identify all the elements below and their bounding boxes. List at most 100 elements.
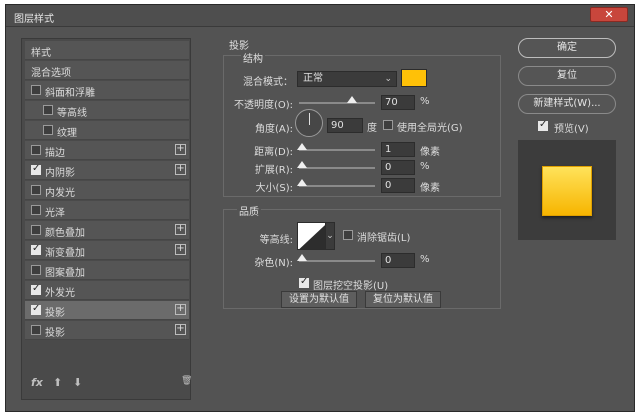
style-label: 渐变叠加 [45,248,85,259]
style-label: 等高线 [57,108,87,119]
distance-unit: 像素 [420,147,440,158]
anti-alias-checkbox[interactable] [343,230,353,240]
size-input[interactable]: 0 [381,178,415,193]
style-checkbox[interactable] [31,243,41,255]
style-checkbox[interactable] [31,163,41,175]
spread-unit: % [420,161,430,172]
move-up-icon[interactable]: ⬆ [53,376,62,389]
spread-slider-thumb[interactable] [297,161,307,168]
style-item[interactable]: 斜面和浮雕 [25,81,189,100]
style-checkbox[interactable] [43,105,53,115]
style-checkbox[interactable] [31,205,41,215]
distance-label: 距离(D): [254,147,293,158]
anti-alias-label: 消除锯齿(L) [357,233,411,244]
angle-dial[interactable] [295,109,323,137]
spread-slider[interactable] [297,161,375,169]
noise-slider[interactable] [297,254,375,262]
style-item[interactable]: 内发光 [25,181,189,200]
style-preview [518,140,616,240]
style-item[interactable]: 渐变叠加 + [25,241,189,260]
drop-shadow-panel: 投影 结构 混合模式： 正常 ⌄ 不透明度(O): 70 % 角度(A): 90… [215,38,507,400]
opacity-slider[interactable] [299,96,375,104]
add-effect-plus-icon[interactable]: + [175,224,186,235]
chevron-down-icon: ⌄ [384,74,392,84]
add-effect-plus-icon[interactable]: + [175,244,186,255]
add-effect-plus-icon[interactable]: + [175,324,186,335]
style-list-header[interactable]: 样式 [25,41,189,60]
add-effect-plus-icon[interactable]: + [175,164,186,175]
style-checkbox[interactable] [31,325,41,335]
size-unit: 像素 [420,183,440,194]
window-title: 图层样式 [14,14,54,25]
blend-mode-select[interactable]: 正常 ⌄ [297,71,397,87]
reset-button[interactable]: 复位 [518,66,616,86]
quality-title: 品质 [237,203,261,218]
trash-icon[interactable]: 🗑 [181,376,192,386]
style-item[interactable]: 图案叠加 [25,261,189,280]
style-label: 光泽 [45,208,65,219]
spread-label: 扩展(R): [254,165,293,176]
style-item[interactable]: 投影 + [25,301,189,320]
style-item[interactable]: 外发光 [25,281,189,300]
opacity-unit: % [420,96,430,107]
style-checkbox[interactable] [31,185,41,195]
style-checkbox[interactable] [31,265,41,275]
style-label: 样式 [31,48,51,59]
style-label: 外发光 [45,288,75,299]
style-item[interactable]: 光泽 [25,201,189,220]
style-label: 纹理 [57,128,77,139]
close-button[interactable]: ✕ [590,7,628,22]
blend-options-item[interactable]: 混合选项 [25,61,189,80]
style-label: 斜面和浮雕 [45,88,95,99]
shadow-color-swatch[interactable] [401,69,427,87]
move-down-icon[interactable]: ⬇ [73,376,82,389]
distance-slider[interactable] [297,143,375,151]
style-item[interactable]: 描边 + [25,141,189,160]
contour-picker[interactable] [297,222,327,250]
style-label: 颜色叠加 [45,228,85,239]
style-checkbox[interactable] [31,85,41,95]
size-slider[interactable] [297,179,375,187]
global-light-checkbox[interactable] [383,120,393,130]
noise-input[interactable]: 0 [381,253,415,268]
style-item[interactable]: 纹理 [25,121,189,140]
style-item[interactable]: 等高线 [25,101,189,120]
distance-input[interactable]: 1 [381,142,415,157]
blend-mode-value: 正常 [303,73,323,84]
contour-label: 等高线: [259,235,293,246]
layer-knockout-checkbox[interactable] [299,276,309,288]
opacity-slider-thumb[interactable] [347,96,357,103]
contour-dropdown-arrow[interactable]: ⌄ [325,222,335,250]
style-checkbox[interactable] [31,225,41,235]
style-item[interactable]: 投影 + [25,321,189,340]
style-checkbox[interactable] [43,125,53,135]
layer-knockout-label: 图层挖空投影(U) [313,281,389,292]
spread-input[interactable]: 0 [381,160,415,175]
noise-label: 杂色(N): [254,258,293,269]
add-effect-plus-icon[interactable]: + [175,144,186,155]
style-item[interactable]: 内阴影 + [25,161,189,180]
make-default-button[interactable]: 设置为默认值 [281,291,357,308]
size-slider-thumb[interactable] [297,179,307,186]
distance-slider-thumb[interactable] [297,143,307,150]
opacity-label: 不透明度(O): [233,100,293,111]
noise-slider-thumb[interactable] [297,254,307,261]
new-style-button[interactable]: 新建样式(W)... [518,94,616,114]
angle-unit: 度 [367,123,377,134]
reset-default-button[interactable]: 复位为默认值 [365,291,441,308]
angle-input[interactable]: 90 [327,118,363,133]
style-checkbox[interactable] [31,283,41,295]
style-label: 投影 [45,328,65,339]
style-item[interactable]: 颜色叠加 + [25,221,189,240]
add-effect-plus-icon[interactable]: + [175,304,186,315]
ok-button[interactable]: 确定 [518,38,616,58]
size-label: 大小(S): [255,183,293,194]
fx-icon[interactable]: fx [31,376,43,389]
global-light-label: 使用全局光(G) [397,123,463,134]
style-list: 样式混合选项斜面和浮雕等高线纹理描边 + 内阴影 + 内发光光泽颜色叠加 + 渐变叠加 + 图案… [21,38,191,400]
opacity-input[interactable]: 70 [381,95,415,110]
style-checkbox[interactable] [31,145,41,155]
style-checkbox[interactable] [31,303,41,315]
preview-checkbox[interactable] [538,119,548,131]
title-bar[interactable]: 图层样式 ✕ [6,5,634,27]
